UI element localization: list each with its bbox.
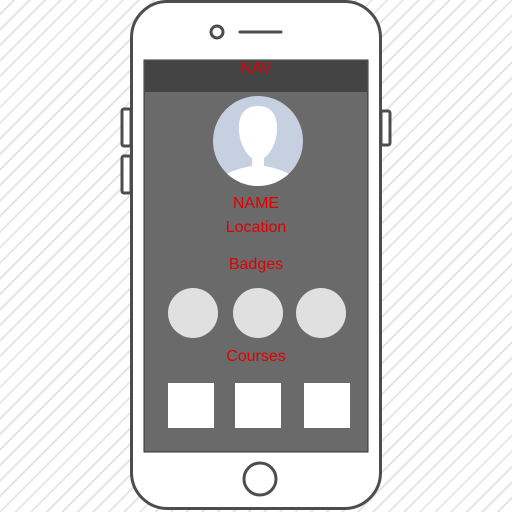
badge-item[interactable] [168, 288, 218, 338]
home-button-hit[interactable] [244, 463, 276, 495]
screen-content: NAV NAME Location Badges Courses [0, 0, 512, 512]
course-item[interactable] [168, 383, 214, 427]
course-item[interactable] [304, 383, 350, 427]
profile-location: Location [225, 219, 287, 236]
nav-title: NAV [240, 60, 272, 77]
profile-name: NAME [232, 195, 280, 212]
courses-heading: Courses [226, 348, 286, 365]
badge-item[interactable] [296, 288, 346, 338]
badges-heading: Badges [228, 256, 284, 273]
profile-avatar[interactable] [213, 96, 303, 186]
phone-wireframe-canvas: NAV NAME Location Badges Courses [0, 0, 512, 512]
course-item[interactable] [235, 383, 281, 427]
badge-item[interactable] [233, 288, 283, 338]
